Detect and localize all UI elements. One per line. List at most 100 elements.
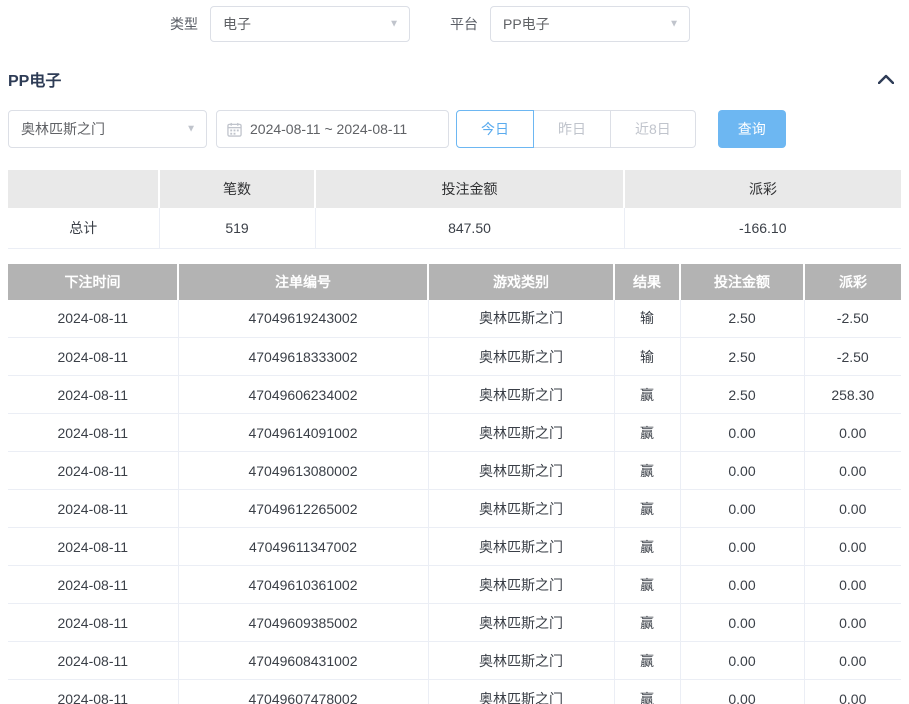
total-label: 总计 [8,208,159,248]
cell-payout: 0.00 [804,414,901,452]
table-row: 2024-08-1147049614091002奥林匹斯之门赢0.000.00 [8,414,901,452]
table-row: 2024-08-1147049613080002奥林匹斯之门赢0.000.00 [8,452,901,490]
last-8-days-button[interactable]: 近8日 [611,110,696,148]
table-row: 2024-08-1147049607478002奥林匹斯之门赢0.000.00 [8,680,901,704]
header-bet-amount: 投注金额 [680,264,804,300]
date-range-input[interactable]: 2024-08-11 ~ 2024-08-11 [216,110,449,148]
cell-game-category: 奥林匹斯之门 [428,528,614,566]
cell-game-category: 奥林匹斯之门 [428,414,614,452]
game-select[interactable]: 奥林匹斯之门 ▼ [8,110,207,148]
table-row: 2024-08-1147049611347002奥林匹斯之门赢0.000.00 [8,528,901,566]
chevron-down-icon: ▼ [186,124,196,135]
cell-bet-time: 2024-08-11 [8,604,178,642]
cell-result: 赢 [614,642,680,680]
cell-result: 赢 [614,414,680,452]
table-row: 2024-08-1147049612265002奥林匹斯之门赢0.000.00 [8,490,901,528]
cell-bet-id: 47049613080002 [178,452,428,490]
cell-game-category: 奥林匹斯之门 [428,376,614,414]
header-payout: 派彩 [804,264,901,300]
cell-bet-time: 2024-08-11 [8,566,178,604]
cell-bet-time: 2024-08-11 [8,338,178,376]
type-select[interactable]: 电子 ▼ [210,6,410,42]
cell-game-category: 奥林匹斯之门 [428,680,614,704]
cell-game-category: 奥林匹斯之门 [428,604,614,642]
cell-result: 赢 [614,566,680,604]
yesterday-button[interactable]: 昨日 [534,110,611,148]
cell-game-category: 奥林匹斯之门 [428,490,614,528]
page: 类型 电子 ▼ 平台 PP电子 ▼ PP电子 奥林匹斯之门 ▼ [0,0,909,704]
cell-bet-amount: 0.00 [680,452,804,490]
today-button[interactable]: 今日 [456,110,534,148]
cell-bet-amount: 2.50 [680,376,804,414]
platform-select-value: PP电子 [503,14,550,34]
cell-payout: 258.30 [804,376,901,414]
cell-result: 输 [614,300,680,338]
cell-payout: 0.00 [804,452,901,490]
cell-bet-time: 2024-08-11 [8,642,178,680]
cell-game-category: 奥林匹斯之门 [428,300,614,338]
header-game-category: 游戏类别 [428,264,614,300]
cell-bet-id: 47049610361002 [178,566,428,604]
cell-bet-amount: 0.00 [680,680,804,704]
bet-table-header-row: 下注时间 注单编号 游戏类别 结果 投注金额 派彩 [8,264,901,300]
cell-payout: 0.00 [804,680,901,704]
cell-bet-time: 2024-08-11 [8,528,178,566]
summary-header-payout: 派彩 [624,170,901,208]
cell-bet-time: 2024-08-11 [8,680,178,704]
chevron-up-icon [878,74,894,84]
header-bet-id: 注单编号 [178,264,428,300]
table-row: 2024-08-1147049618333002奥林匹斯之门输2.50-2.50 [8,338,901,376]
cell-payout: 0.00 [804,642,901,680]
header-result: 结果 [614,264,680,300]
cell-bet-id: 47049607478002 [178,680,428,704]
total-payout: -166.10 [624,208,901,248]
platform-select[interactable]: PP电子 ▼ [490,6,690,42]
cell-bet-amount: 0.00 [680,566,804,604]
table-row: 2024-08-1147049606234002奥林匹斯之门赢2.50258.3… [8,376,901,414]
cell-bet-id: 47049614091002 [178,414,428,452]
search-button[interactable]: 查询 [718,110,786,148]
total-bet-amount: 847.50 [315,208,624,248]
type-select-value: 电子 [223,14,251,34]
cell-bet-amount: 0.00 [680,490,804,528]
section-header: PP电子 [0,64,909,94]
collapse-section-button[interactable] [875,68,897,90]
cell-game-category: 奥林匹斯之门 [428,452,614,490]
total-count: 519 [159,208,315,248]
summary-header-count: 笔数 [159,170,315,208]
summary-table: 笔数 投注金额 派彩 总计 519 847.50 -166.10 [8,170,901,249]
cell-bet-time: 2024-08-11 [8,300,178,338]
header-bet-time: 下注时间 [8,264,178,300]
cell-bet-id: 47049609385002 [178,604,428,642]
table-row: 2024-08-1147049608431002奥林匹斯之门赢0.000.00 [8,642,901,680]
top-filter-bar: 类型 电子 ▼ 平台 PP电子 ▼ [0,0,909,44]
table-row: 2024-08-1147049610361002奥林匹斯之门赢0.000.00 [8,566,901,604]
query-bar: 奥林匹斯之门 ▼ 2024-08-11 ~ 2024-08-11 今日 昨日 近… [8,110,909,148]
cell-bet-amount: 0.00 [680,642,804,680]
cell-result: 输 [614,338,680,376]
cell-payout: -2.50 [804,338,901,376]
cell-bet-time: 2024-08-11 [8,452,178,490]
cell-bet-id: 47049606234002 [178,376,428,414]
calendar-icon [227,122,242,137]
cell-payout: 0.00 [804,528,901,566]
table-row: 2024-08-1147049619243002奥林匹斯之门输2.50-2.50 [8,300,901,338]
cell-bet-amount: 2.50 [680,300,804,338]
summary-total-row: 总计 519 847.50 -166.10 [8,208,901,248]
game-select-value: 奥林匹斯之门 [21,119,105,139]
cell-result: 赢 [614,376,680,414]
cell-payout: 0.00 [804,490,901,528]
cell-game-category: 奥林匹斯之门 [428,338,614,376]
summary-header-blank [8,170,159,208]
cell-bet-id: 47049608431002 [178,642,428,680]
cell-bet-amount: 2.50 [680,338,804,376]
summary-header-bet-amount: 投注金额 [315,170,624,208]
chevron-down-icon: ▼ [669,19,679,30]
cell-result: 赢 [614,452,680,490]
cell-bet-time: 2024-08-11 [8,376,178,414]
bet-table: 下注时间 注单编号 游戏类别 结果 投注金额 派彩 2024-08-114704… [8,264,901,704]
cell-bet-id: 47049611347002 [178,528,428,566]
platform-label: 平台 [450,14,478,34]
bet-table-body: 2024-08-1147049619243002奥林匹斯之门输2.50-2.50… [8,300,901,704]
cell-payout: -2.50 [804,300,901,338]
